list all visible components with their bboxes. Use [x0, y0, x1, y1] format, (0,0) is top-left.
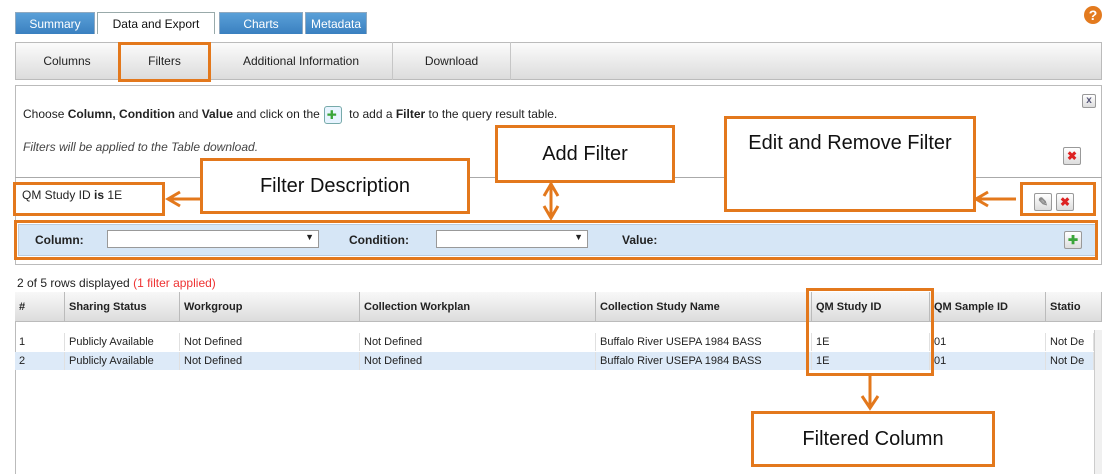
annotation-arrows — [165, 181, 1016, 411]
